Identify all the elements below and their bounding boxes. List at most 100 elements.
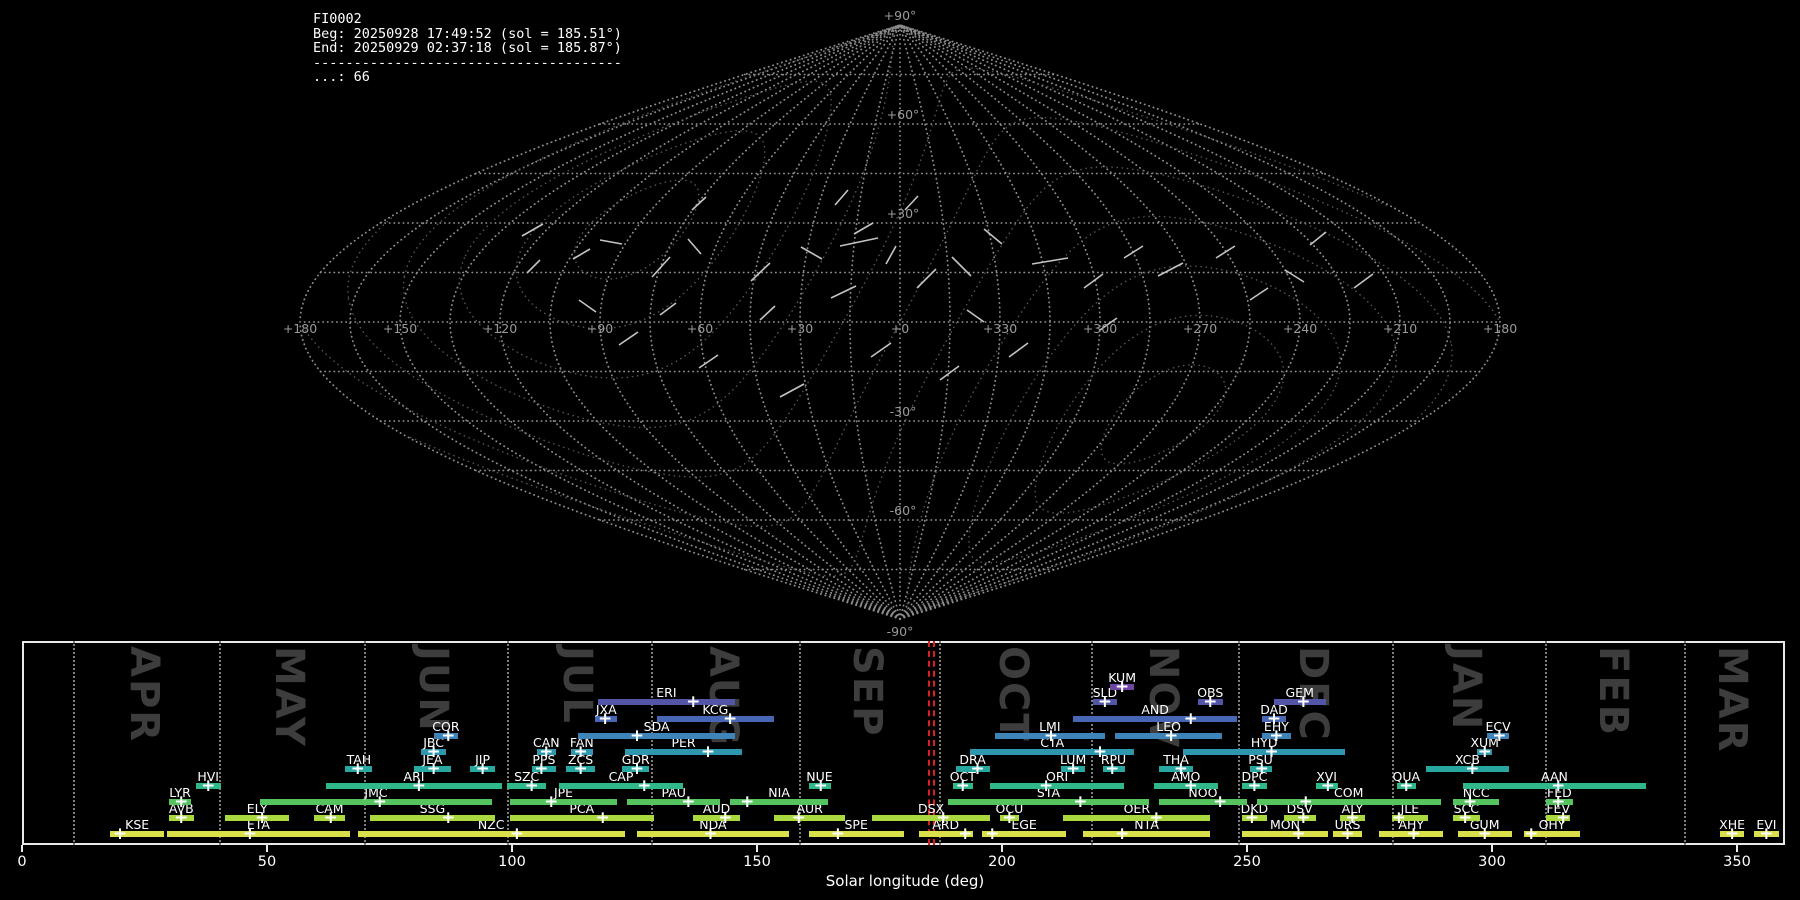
peak-marker: + xyxy=(411,776,427,796)
peak-marker: + xyxy=(700,742,716,762)
activity-chart: Solar longitude (deg) APR MAY JUN JUL AUG SEP… xyxy=(0,0,1800,900)
peak-marker: + xyxy=(1266,709,1282,729)
peak-marker: + xyxy=(350,759,365,779)
month-label: FEB xyxy=(1589,646,1636,738)
peak-marker: + xyxy=(1296,808,1311,828)
peak-marker: + xyxy=(1264,742,1279,762)
axis-tick-label: 300 xyxy=(1478,854,1506,870)
peak-marker: + xyxy=(1296,692,1311,712)
peak-marker: + xyxy=(1244,808,1260,828)
peak-marker: + xyxy=(1173,759,1189,779)
peak-marker: + xyxy=(1092,742,1108,762)
peak-marker: + xyxy=(1320,776,1336,796)
peak-marker: + xyxy=(426,742,441,762)
peak-marker: + xyxy=(637,776,652,796)
peak-marker: + xyxy=(1291,824,1306,844)
axis-tick-label: 350 xyxy=(1723,854,1751,870)
month-separator xyxy=(73,641,75,845)
axis-tick xyxy=(511,845,513,852)
month-label: MAR xyxy=(1708,646,1755,754)
axis-tick-label: 50 xyxy=(257,854,277,870)
month-label: APR xyxy=(120,646,167,744)
peak-marker: + xyxy=(970,759,985,779)
peak-marker: + xyxy=(201,776,216,796)
month-separator xyxy=(1684,641,1687,845)
peak-marker: + xyxy=(372,792,387,812)
axis-tick-label: 150 xyxy=(743,854,771,870)
peak-marker: + xyxy=(1183,709,1198,729)
peak-marker: + xyxy=(1492,726,1507,746)
peak-marker: + xyxy=(1097,692,1113,712)
peak-marker: + xyxy=(441,808,456,828)
peak-marker: + xyxy=(1043,726,1059,746)
session-info: FI0002 Beg: 20250928 17:49:52 (sol = 185… xyxy=(313,11,622,85)
axis-tick-label: 0 xyxy=(17,854,27,870)
peak-marker: + xyxy=(1254,759,1269,779)
peak-marker: + xyxy=(1149,808,1164,828)
axis-tick xyxy=(1736,845,1738,852)
peak-marker: + xyxy=(475,759,490,779)
peak-marker: + xyxy=(1406,824,1421,844)
peak-marker: + xyxy=(1759,824,1774,844)
month-label: AUG xyxy=(700,646,747,748)
peak-marker: + xyxy=(681,792,696,812)
peak-marker: + xyxy=(1105,759,1120,779)
peak-marker: + xyxy=(686,692,701,712)
peak-marker: + xyxy=(955,776,970,796)
peak-marker: + xyxy=(936,808,951,828)
screen: +90° -90° +60° +30° -30° -60° +180 +150 +120 +90 +… xyxy=(0,0,1800,900)
month-label: MAY xyxy=(266,646,313,748)
peak-marker: + xyxy=(629,726,645,746)
peak-marker: + xyxy=(1391,808,1407,828)
peak-marker: + xyxy=(1399,776,1414,796)
axis-tick-label: 100 xyxy=(498,854,526,870)
axis-tick xyxy=(266,845,268,852)
peak-marker: + xyxy=(1524,824,1539,844)
peak-marker: + xyxy=(1298,792,1313,812)
peak-marker: + xyxy=(703,824,718,844)
peak-marker: + xyxy=(242,824,258,844)
peak-marker: + xyxy=(573,742,588,762)
peak-marker: + xyxy=(629,759,645,779)
peak-marker: + xyxy=(426,759,441,779)
axis-tick xyxy=(756,845,758,852)
peak-marker: + xyxy=(1038,776,1054,796)
peak-marker: + xyxy=(597,709,613,729)
peak-marker: + xyxy=(1163,726,1179,746)
peak-marker: + xyxy=(1551,792,1566,812)
peak-marker: + xyxy=(1114,824,1130,844)
peak-marker: + xyxy=(985,824,1000,844)
peak-marker: + xyxy=(722,709,738,729)
peak-marker: + xyxy=(174,792,189,812)
peak-marker: + xyxy=(791,808,806,828)
peak-marker: + xyxy=(1203,692,1218,712)
axis-tick-label: 250 xyxy=(1233,854,1261,870)
peak-marker: + xyxy=(1340,824,1355,844)
peak-marker: + xyxy=(1555,808,1571,828)
peak-marker: + xyxy=(254,808,270,828)
axis-tick-label: 200 xyxy=(988,854,1016,870)
axis-tick xyxy=(1001,845,1003,852)
peak-marker: + xyxy=(813,776,828,796)
peak-marker: + xyxy=(1551,776,1566,796)
month-label: SEP xyxy=(844,646,891,738)
peak-marker: + xyxy=(718,808,733,828)
peak-marker: + xyxy=(544,792,559,812)
peak-marker: + xyxy=(441,726,456,746)
peak-marker: + xyxy=(1345,808,1360,828)
peak-marker: + xyxy=(958,824,973,844)
peak-marker: + xyxy=(1457,808,1473,828)
peak-marker: + xyxy=(1462,792,1478,812)
axis-tick xyxy=(21,845,23,852)
peak-marker: + xyxy=(1477,824,1492,844)
peak-marker: + xyxy=(1073,792,1088,812)
peak-marker: + xyxy=(595,808,610,828)
peak-marker: + xyxy=(174,808,189,828)
peak-marker: + xyxy=(830,824,846,844)
peak-marker: + xyxy=(1465,759,1480,779)
peak-marker: + xyxy=(1477,742,1492,762)
peak-marker: + xyxy=(1269,726,1284,746)
peak-marker: + xyxy=(1002,808,1017,828)
peak-marker: + xyxy=(573,759,588,779)
peak-marker: + xyxy=(1183,776,1198,796)
